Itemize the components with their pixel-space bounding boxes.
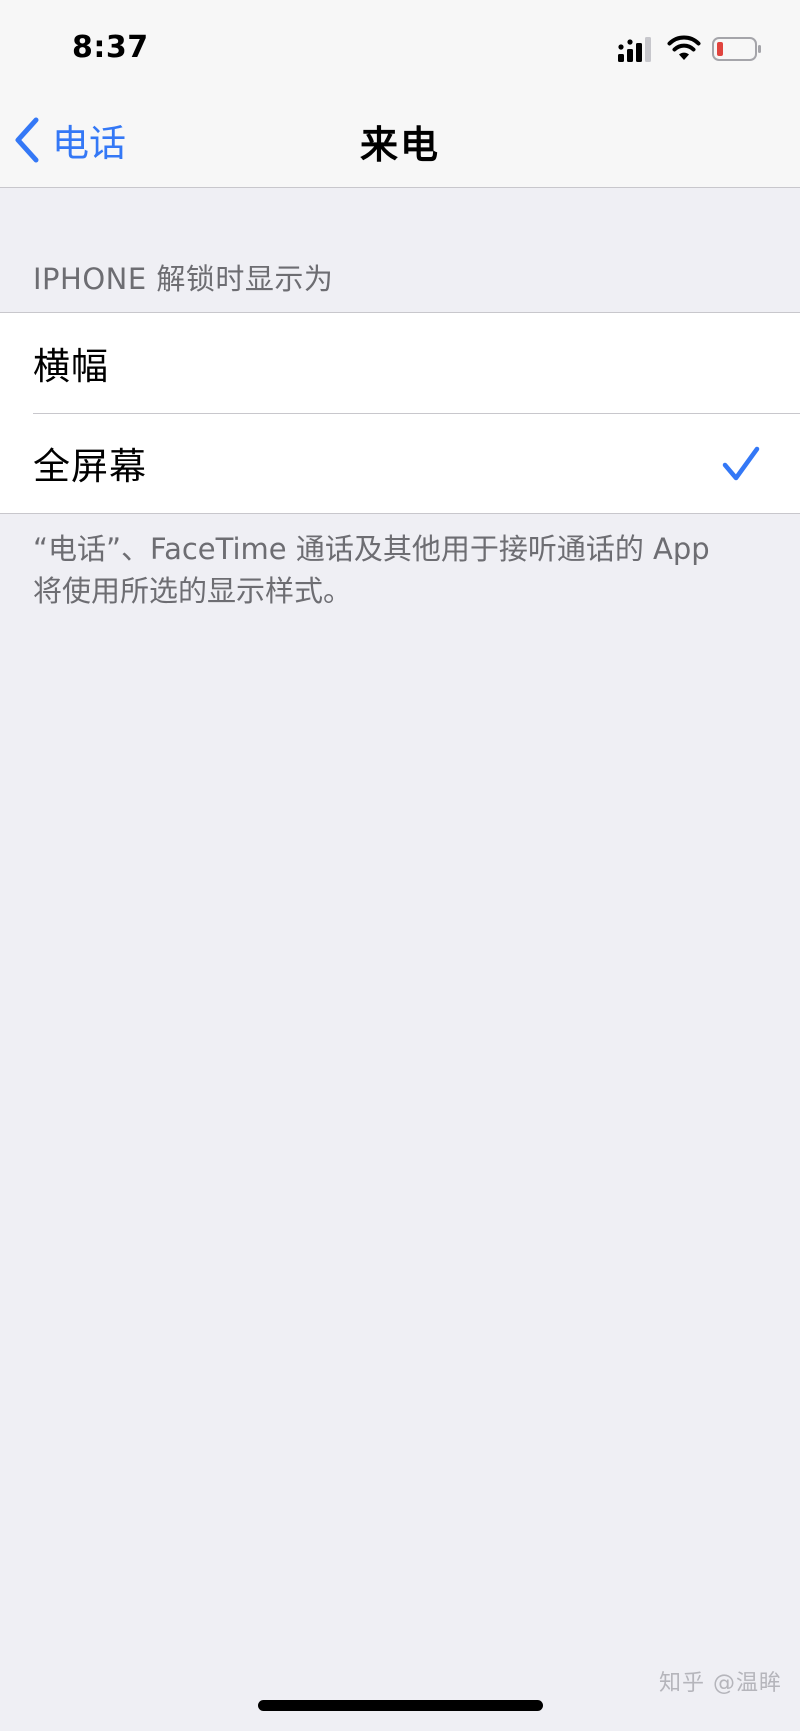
watermark: 知乎 @温眸	[659, 1671, 782, 1696]
option-banner[interactable]: 横幅	[0, 313, 800, 413]
battery-icon	[712, 37, 761, 61]
section-footer: “电话”、FaceTime 通话及其他用于接听通话的 App 将使用所选的显示样…	[33, 528, 773, 612]
signal-icon	[618, 37, 651, 62]
status-bar: 8:37	[0, 0, 800, 92]
option-label: 横幅	[33, 345, 109, 388]
option-full-screen[interactable]: 全屏幕	[0, 413, 800, 513]
section-header: IPHONE 解锁时显示为	[33, 262, 334, 296]
option-label: 全屏幕	[33, 445, 147, 488]
footer-line: “电话”、FaceTime 通话及其他用于接听通话的 App	[33, 532, 710, 566]
page-title: 来电	[359, 123, 440, 167]
display-style-options: 横幅 全屏幕	[0, 312, 800, 514]
wifi-icon	[667, 35, 701, 60]
footer-line: 将使用所选的显示样式。	[33, 574, 353, 608]
status-time: 8:37	[72, 30, 149, 65]
home-indicator[interactable]	[258, 1700, 543, 1711]
checkmark-icon	[722, 446, 760, 481]
nav-bar: 电话 来电	[0, 92, 800, 188]
